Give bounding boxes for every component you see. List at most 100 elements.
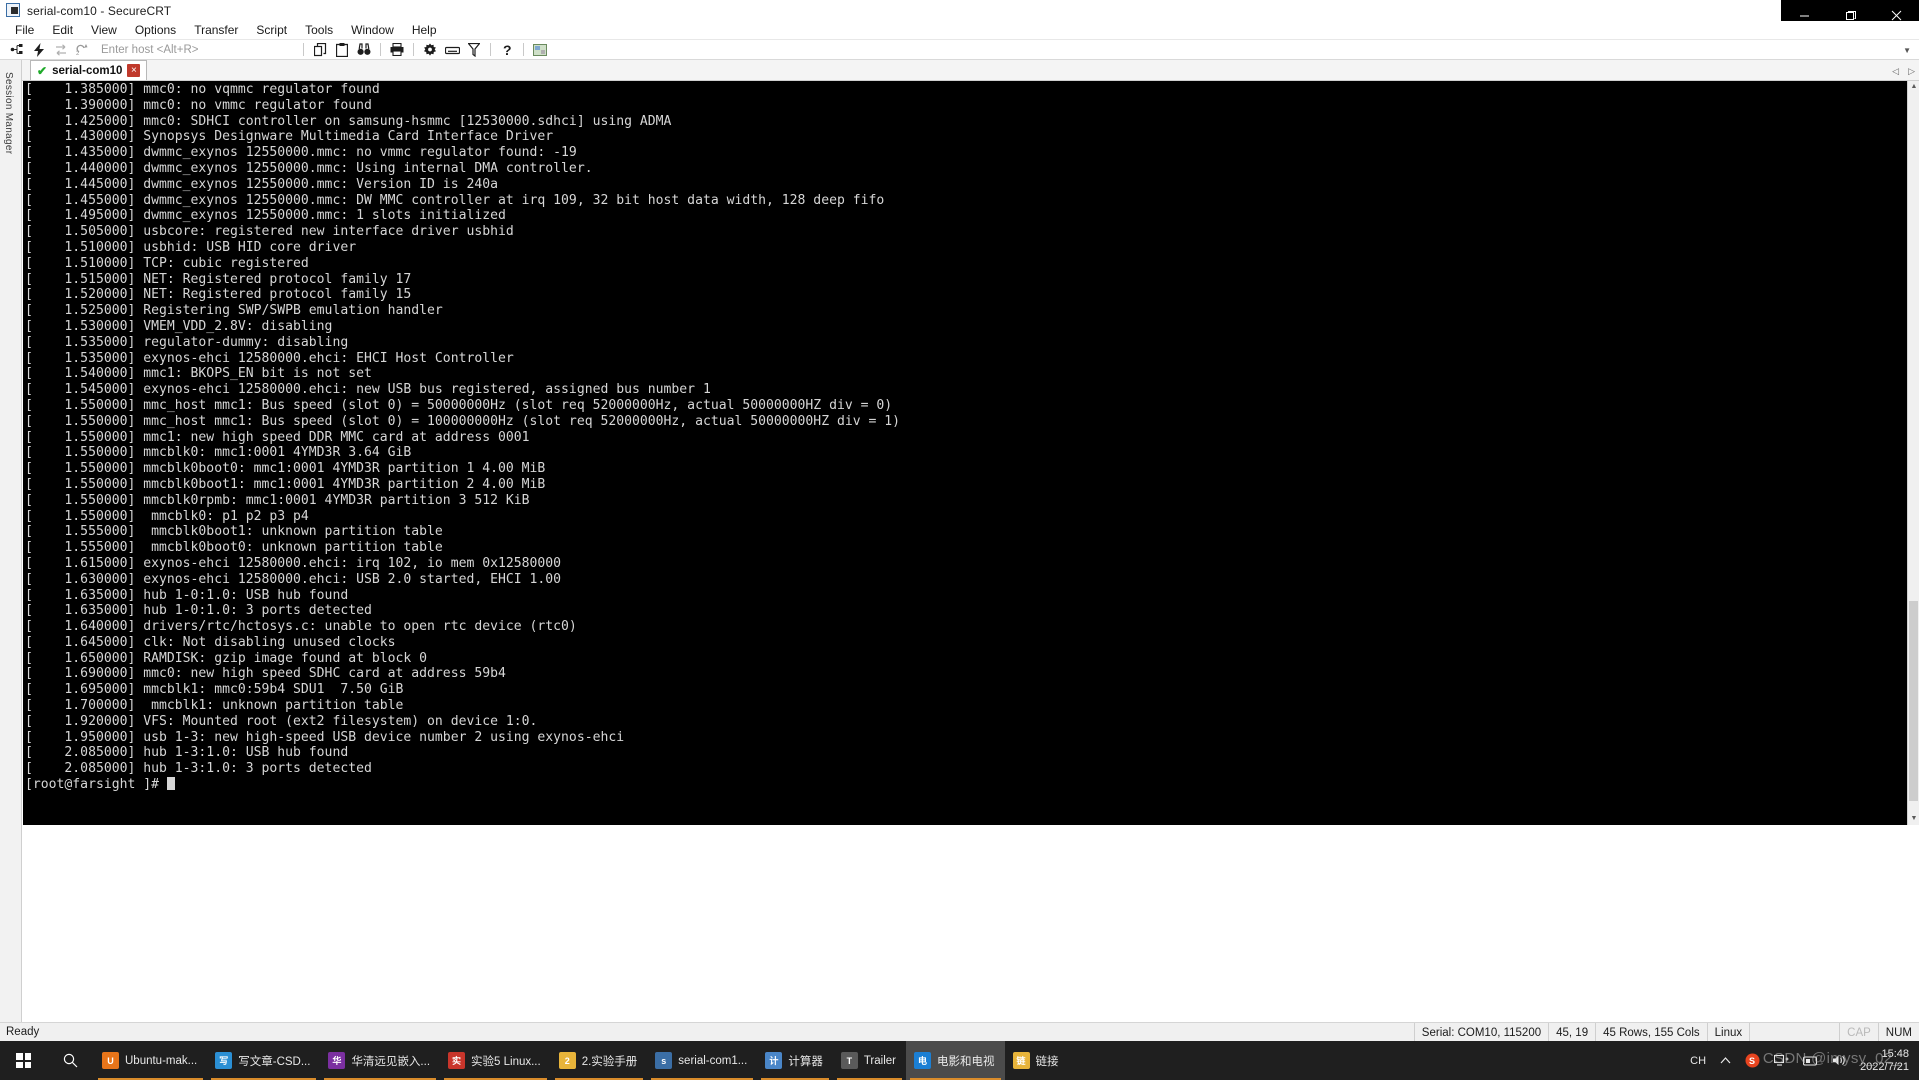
menu-tools[interactable]: Tools [296,21,342,39]
terminal-line: [ 1.515000] NET: Registered protocol fam… [25,271,412,287]
clock-time: 15:48 [1881,1047,1909,1060]
status-serial: Serial: COM10, 115200 [1413,1023,1548,1042]
sogou-icon[interactable]: S [1738,1053,1767,1068]
taskbar-item-label: serial-com1... [678,1054,748,1067]
menu-edit[interactable]: Edit [43,21,82,39]
taskbar-item[interactable]: 电电影和电视 [906,1041,1005,1080]
menu-view[interactable]: View [82,21,126,39]
ime-indicator[interactable]: CH [1683,1055,1713,1067]
session-manager-rail[interactable]: Session Manager [0,60,22,1022]
taskbar-item[interactable]: 华华清远见嵌入... [320,1041,440,1080]
taskbar-item[interactable]: 链链接 [1005,1041,1069,1080]
terminal-line: [ 1.435000] dwmmc_exynos 12550000.mmc: n… [25,145,577,161]
tab-serial-com10[interactable]: ✔ serial-com10 × [30,60,148,80]
settings-icon[interactable] [421,41,439,59]
menu-window[interactable]: Window [342,21,403,39]
copy-icon[interactable] [311,41,329,59]
volume-icon[interactable] [1825,1054,1854,1067]
network-icon[interactable] [1767,1054,1796,1067]
connect-local-shell-icon[interactable]: 2 [74,41,92,59]
terminal-line: [ 1.550000] mmcblk0boot0: mmc1:0001 4YMD… [25,461,546,477]
terminal-line: [ 1.535000] regulator-dummy: disabling [25,334,349,350]
terminal-line: [ 1.550000] mmc_host mmc1: Bus speed (sl… [25,413,901,429]
session-options-icon[interactable] [531,41,549,59]
clock[interactable]: 15:48 2022/7/21 [1854,1048,1919,1074]
terminal-line: [ 1.550000] mmcblk0rpmb: mmc1:0001 4YMD3… [25,492,530,508]
terminal-line: [ 1.525000] Registering SWP/SWPB emulati… [25,303,443,319]
host-input[interactable]: Enter host <Alt+R> [101,44,291,56]
menu-help[interactable]: Help [403,21,446,39]
connect-icon[interactable] [8,41,26,59]
terminal-line: [ 1.550000] mmcblk0: mmc1:0001 4YMD3R 3.… [25,445,412,461]
status-spacer [1749,1023,1839,1042]
taskbar-item[interactable]: 计计算器 [757,1041,833,1080]
close-tab-icon[interactable]: × [127,64,141,77]
terminal-line: [ 1.555000] mmcblk0boot0: unknown partit… [25,540,443,556]
taskbar-item[interactable]: s serial-com1... [647,1041,757,1080]
toolbar-separator [380,43,381,56]
print-icon[interactable] [388,41,406,59]
onedrive-icon[interactable] [1796,1055,1825,1067]
quick-connect-icon[interactable] [30,41,48,59]
scroll-right-icon[interactable]: ▷ [1908,66,1915,77]
scrollbar-thumb[interactable] [1909,601,1918,801]
tab-label: serial-com10 [52,64,123,77]
status-caps-lock: CAP [1839,1023,1878,1042]
terminal-line: [ 1.950000] usb 1-3: new high-speed USB … [25,729,625,745]
terminal-line: [ 1.520000] NET: Registered protocol fam… [25,287,412,303]
terminal-output[interactable]: [ 1.385000] mmc0: no vqmmc regulator fou… [23,81,1907,825]
scroll-left-icon[interactable]: ◁ [1892,66,1899,77]
find-icon[interactable] [355,41,373,59]
menu-script[interactable]: Script [247,21,296,39]
paste-icon[interactable] [333,41,351,59]
system-tray: CH S 15:48 2022/7/21 [1683,1041,1919,1080]
windows-start-icon[interactable] [0,1041,47,1080]
filter-icon[interactable] [465,41,483,59]
terminal-line: [ 1.445000] dwmmc_exynos 12550000.mmc: V… [25,176,498,192]
terminal-line: [ 1.550000] mmcblk0boot1: mmc1:0001 4YMD… [25,476,546,492]
menu-bar: File Edit View Options Transfer Script T… [0,21,1919,40]
terminal-line: [ 1.615000] exynos-ehci 12580000.ehci: i… [25,555,562,571]
scroll-up-icon[interactable]: ▲ [1908,81,1919,93]
taskbar-item[interactable]: 实实验5 Linux... [440,1041,551,1080]
terminal-line: [ 1.555000] mmcblk0boot1: unknown partit… [25,524,443,540]
terminal-line: [ 1.385000] mmc0: no vqmmc regulator fou… [25,82,380,97]
securecrt-app-icon [6,3,21,18]
menu-file[interactable]: File [6,21,43,39]
scroll-down-icon[interactable]: ▼ [1908,813,1919,825]
svg-text:S: S [1749,1056,1755,1066]
menu-options[interactable]: Options [126,21,185,39]
status-num-lock: NUM [1877,1023,1919,1042]
svg-text:?: ? [503,43,512,57]
toolbar-overflow[interactable]: ▼ [1903,40,1917,60]
terminal-line: [ 1.920000] VFS: Mounted root (ext2 file… [25,713,538,729]
toolbar-separator [413,43,414,56]
taskbar-item-label: 电影和电视 [937,1055,995,1068]
taskbar-item[interactable]: U Ubuntu-mak... [94,1041,207,1080]
chevron-down-icon[interactable]: ▼ [1903,46,1911,55]
pdf-icon: 实 [448,1052,466,1069]
taskbar-item-label: 计算器 [788,1055,823,1068]
toolbar-separator [303,43,304,56]
taskbar-item[interactable]: T Trailer [833,1041,906,1080]
terminal-scrollbar-vertical[interactable]: ▲ ▼ [1907,81,1919,825]
terminal-line: [ 1.495000] dwmmc_exynos 12550000.mmc: 1… [25,208,506,224]
taskbar-item[interactable]: 写写文章-CSD... [207,1041,320,1080]
terminal-prompt[interactable]: [root@farsight ]# [25,777,1907,793]
show-hidden-icons-icon[interactable] [1713,1056,1738,1065]
taskbar-item-label: 链接 [1035,1055,1059,1068]
status-ready: Ready [6,1026,40,1038]
toolbar: 2 Enter host <Alt+R> ? ▼ [0,40,1919,60]
taskbar-item[interactable]: 2 2.实验手册 [551,1041,648,1080]
terminal-line: [ 2.085000] hub 1-3:1.0: USB hub found [25,745,349,761]
keymap-icon[interactable] [443,41,461,59]
menu-transfer[interactable]: Transfer [185,21,247,39]
terminal-line: [ 1.635000] hub 1-0:1.0: USB hub found [25,587,349,603]
reconnect-icon[interactable] [52,41,70,59]
help-icon[interactable]: ? [498,41,516,59]
terminal-line: [ 1.700000] mmcblk1: unknown partition t… [25,698,404,714]
terminal-line: [ 1.640000] drivers/rtc/hctosys.c: unabl… [25,619,577,635]
clock-date: 2022/7/21 [1860,1060,1909,1073]
status-screen-size: 45 Rows, 155 Cols [1595,1023,1707,1042]
search-icon[interactable] [47,1041,94,1080]
